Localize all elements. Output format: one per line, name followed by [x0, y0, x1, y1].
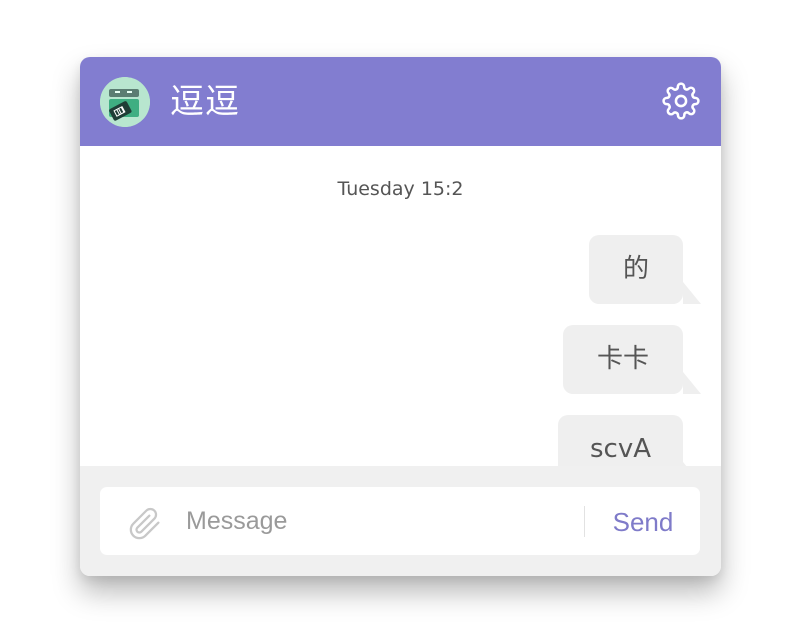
divider	[584, 506, 585, 537]
message-bubble-outgoing: 的	[589, 235, 683, 304]
message-bubble-outgoing: scvA	[558, 415, 683, 466]
chat-window: 逗逗 Tuesday 15:2 的 卡卡 scvA Send	[80, 57, 721, 576]
attach-button[interactable]	[128, 507, 162, 541]
send-button[interactable]: Send	[597, 502, 689, 542]
message-input[interactable]	[186, 499, 576, 543]
chat-title: 逗逗	[170, 79, 240, 125]
composer-box: Send	[100, 487, 700, 555]
paperclip-icon	[128, 507, 162, 541]
message-timestamp: Tuesday 15:2	[80, 178, 721, 200]
gear-icon	[662, 82, 700, 120]
chat-header: 逗逗	[80, 57, 721, 146]
composer-bar: Send	[80, 466, 721, 576]
settings-button[interactable]	[662, 82, 700, 120]
message-list[interactable]: Tuesday 15:2 的 卡卡 scvA	[80, 146, 721, 466]
avatar-icon	[100, 77, 150, 127]
message-bubble-outgoing: 卡卡	[563, 325, 683, 394]
avatar[interactable]	[100, 77, 150, 127]
